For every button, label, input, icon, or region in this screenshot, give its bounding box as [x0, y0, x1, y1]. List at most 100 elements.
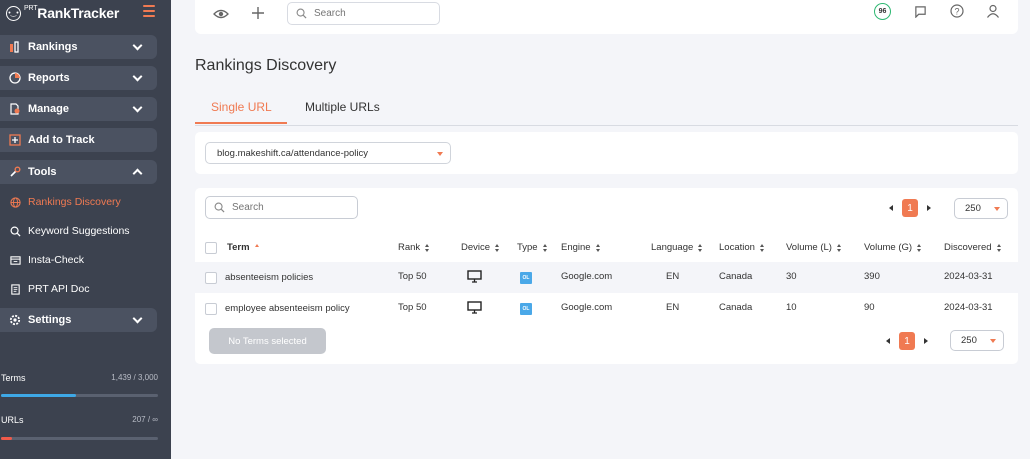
terms-progress-fill: [1, 394, 77, 397]
hamburger-menu-icon[interactable]: [143, 5, 155, 20]
next-page-icon[interactable]: [927, 205, 931, 211]
top-search-input[interactable]: [314, 8, 424, 19]
table-search-input[interactable]: [232, 202, 342, 213]
sort-icon: [759, 243, 765, 252]
tab-single-url[interactable]: Single URL: [211, 100, 272, 114]
sidebar-item-rankings-discovery[interactable]: Rankings Discovery: [0, 192, 171, 212]
urls-progress-fill: [1, 437, 12, 440]
score-badge[interactable]: 96: [874, 3, 891, 20]
organic-listing-badge: OL: [520, 303, 532, 315]
sidebar-item-insta-check[interactable]: Insta-Check: [0, 250, 171, 270]
cell-term: employee absenteeism policy: [225, 303, 350, 314]
sidebar-item-manage[interactable]: Manage: [0, 97, 157, 121]
cell-term: absenteeism policies: [225, 272, 314, 283]
col-discovered[interactable]: Discovered: [944, 242, 1002, 253]
terms-progress-bar: [1, 394, 158, 397]
cell-location: Canada: [719, 302, 753, 313]
urls-progress-bar: [1, 437, 158, 440]
sort-icon: [996, 243, 1002, 252]
cell-location: Canada: [719, 271, 753, 282]
logo[interactable]: •‿• PRTRankTracker: [0, 0, 171, 26]
row-checkbox[interactable]: [205, 272, 217, 284]
sort-asc-icon: [254, 243, 260, 252]
col-device[interactable]: Device: [461, 242, 500, 253]
sidebar-item-add-to-track[interactable]: Add to Track: [0, 128, 157, 152]
active-tab-underline: [195, 122, 287, 124]
pagination-bottom: 1: [886, 332, 928, 350]
sidebar-item-reports[interactable]: Reports: [0, 66, 157, 90]
page-title: Rankings Discovery: [195, 57, 337, 74]
cell-discovered: 2024-03-31: [944, 271, 993, 282]
prev-page-icon[interactable]: [886, 338, 890, 344]
sidebar-item-label: Insta-Check: [28, 254, 85, 266]
cell-volume-l: 30: [786, 271, 797, 282]
tabs: Single URL Multiple URLs: [195, 96, 1018, 126]
sort-icon: [917, 243, 922, 252]
sidebar: •‿• PRTRankTracker Rankings Reports Mana…: [0, 0, 171, 459]
sidebar-item-label: Add to Track: [28, 134, 95, 146]
logo-icon: •‿•: [6, 5, 21, 21]
top-bar: 96 ?: [195, 0, 1018, 34]
terms-label: Terms: [1, 373, 26, 383]
table-search-box[interactable]: [205, 196, 358, 219]
cell-discovered: 2024-03-31: [944, 302, 993, 313]
current-page[interactable]: 1: [902, 199, 918, 217]
col-location[interactable]: Location: [719, 242, 765, 253]
no-terms-selected-button[interactable]: No Terms selected: [209, 328, 326, 354]
select-all-checkbox[interactable]: [205, 242, 217, 254]
top-search-box[interactable]: [287, 2, 440, 25]
sidebar-item-tools[interactable]: Tools: [0, 160, 157, 184]
plus-icon[interactable]: [251, 6, 265, 25]
prev-page-icon[interactable]: [889, 205, 893, 211]
col-rank[interactable]: Rank: [398, 242, 430, 253]
sidebar-item-label: Tools: [28, 166, 57, 178]
cell-volume-g: 390: [864, 271, 880, 282]
chevron-down-icon: [132, 71, 143, 82]
sort-icon: [836, 243, 842, 252]
sidebar-item-label: Settings: [28, 314, 72, 326]
row-checkbox[interactable]: [205, 303, 217, 315]
sidebar-item-keyword-suggestions[interactable]: Keyword Suggestions: [0, 221, 171, 241]
col-language[interactable]: Language: [651, 242, 703, 253]
col-type[interactable]: Type: [517, 242, 548, 253]
sidebar-item-settings[interactable]: Settings: [0, 308, 157, 332]
col-volume-l[interactable]: Volume (L): [786, 242, 842, 253]
wrench-icon: [8, 165, 22, 179]
chevron-down-icon: [132, 313, 143, 324]
document-icon: [9, 283, 21, 295]
table-row[interactable]: absenteeism policies Top 50 OL Google.co…: [195, 262, 1018, 293]
col-engine[interactable]: Engine: [561, 242, 601, 253]
sidebar-item-label: Keyword Suggestions: [28, 225, 130, 237]
help-icon[interactable]: ?: [950, 4, 964, 23]
search-icon: [296, 8, 307, 19]
cell-engine: Google.com: [561, 271, 613, 282]
next-page-icon[interactable]: [924, 338, 928, 344]
col-term[interactable]: Term: [227, 242, 260, 253]
per-page-select-top[interactable]: 250: [954, 198, 1008, 219]
sidebar-item-label: PRT API Doc: [28, 283, 90, 295]
sidebar-item-rankings[interactable]: Rankings: [0, 35, 157, 59]
caret-down-icon: [994, 207, 1000, 211]
chevron-up-icon: [132, 168, 143, 179]
sort-icon: [698, 243, 703, 252]
globe-icon: [9, 196, 21, 208]
user-icon[interactable]: [986, 4, 1000, 23]
search-icon: [9, 225, 21, 237]
feedback-icon[interactable]: [914, 5, 927, 23]
eye-icon[interactable]: [213, 7, 229, 25]
cell-rank: Top 50: [398, 271, 427, 282]
cell-volume-l: 10: [786, 302, 797, 313]
logo-prefix: PRT: [24, 5, 38, 12]
current-page[interactable]: 1: [899, 332, 915, 350]
table-card: 1 250 Term Rank Device Type Engine Langu…: [195, 188, 1018, 364]
col-volume-g[interactable]: Volume (G): [864, 242, 922, 253]
url-card: blog.makeshift.ca/attendance-policy: [195, 132, 1018, 174]
urls-label: URLs: [1, 415, 24, 425]
table-row[interactable]: employee absenteeism policy Top 50 OL Go…: [195, 293, 1018, 324]
add-square-icon: [8, 133, 22, 147]
sidebar-item-prt-api-doc[interactable]: PRT API Doc: [0, 279, 171, 299]
per-page-select-bottom[interactable]: 250: [950, 330, 1004, 351]
tab-multiple-urls[interactable]: Multiple URLs: [305, 100, 380, 114]
url-select[interactable]: blog.makeshift.ca/attendance-policy: [205, 142, 451, 164]
per-page-value: 250: [961, 335, 977, 346]
